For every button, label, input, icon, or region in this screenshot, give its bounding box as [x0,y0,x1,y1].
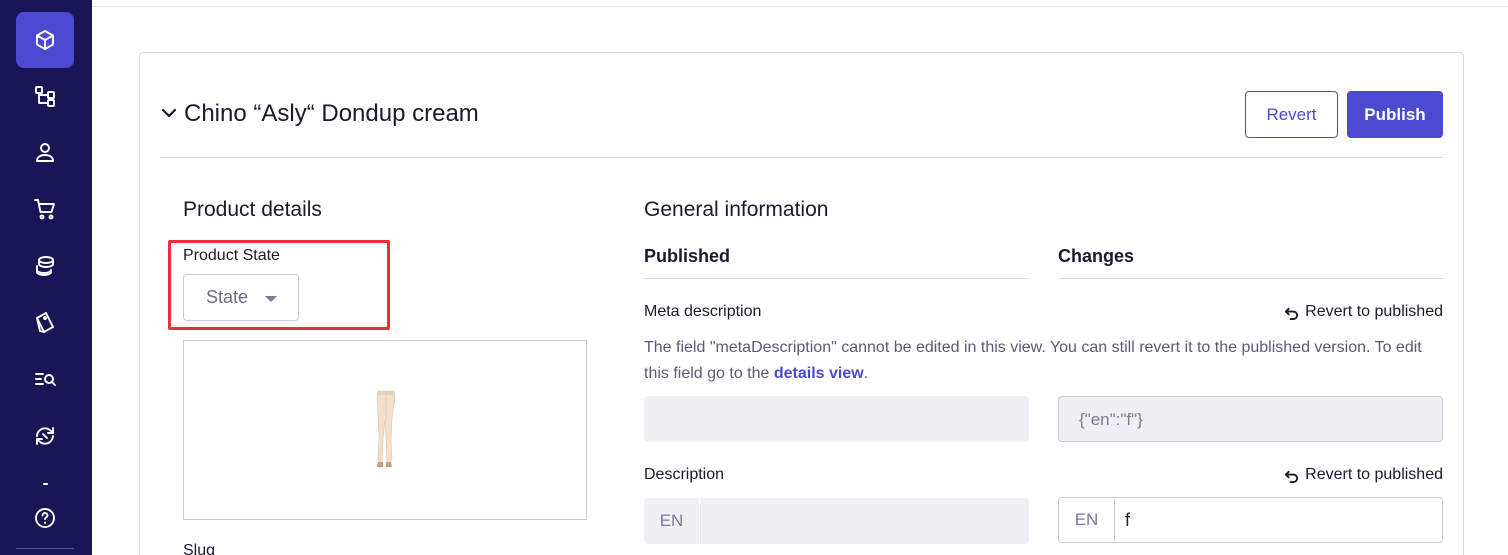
product-image [376,390,396,467]
help-icon [35,508,55,528]
meta-description-revert-link[interactable]: Revert to published [1284,303,1443,321]
tag-icon [36,312,54,333]
product-image-container[interactable] [183,340,587,520]
meta-description-label: Meta description [644,303,762,320]
collapse-toggle[interactable] [160,104,178,122]
sidebar [0,0,92,555]
published-column-divider [644,278,1029,279]
publish-button[interactable]: Publish [1347,91,1443,138]
changes-column-heading: Changes [1058,246,1135,266]
undo-icon [1285,307,1299,320]
sidebar-item-help[interactable] [16,490,74,546]
changes-column-divider [1058,278,1443,279]
user-icon [36,143,54,162]
description-label: Description [644,466,725,483]
description-revert-link[interactable]: Revert to published [1284,466,1443,484]
meta-description-info-suffix: . [863,365,869,382]
general-information-heading: General information [644,198,829,221]
sidebar-item-discounts[interactable] [16,294,74,350]
sidebar-item-orders[interactable] [16,181,74,237]
hierarchy-icon [35,86,55,107]
sidebar-divider [16,548,74,549]
description-changes-lang: EN [1059,498,1115,542]
meta-description-changes-value: {"en":"f"} [1079,410,1143,429]
description-published-lang: EN [644,498,700,544]
product-state-label: Product State [183,247,280,264]
slug-label: Slug [183,542,216,555]
description-revert-label: Revert to published [1305,466,1443,483]
sidebar-item-prices[interactable] [16,238,74,294]
meta-description-revert-label: Revert to published [1305,303,1443,320]
details-view-link[interactable]: details view [774,365,864,382]
sidebar-scroll-indicator [43,483,48,485]
sidebar-item-categories[interactable] [16,68,74,124]
coins-icon [36,256,54,276]
published-column-heading: Published [644,246,731,266]
meta-description-info: The field "metaDescription" cannot be ed… [644,335,1444,387]
box-icon [36,30,54,50]
topbar-divider [92,6,1508,7]
meta-description-info-text: The field "metaDescription" cannot be ed… [644,339,1422,382]
sidebar-item-sync[interactable] [16,408,74,464]
cart-icon [34,199,55,220]
meta-description-published-field [644,396,1029,442]
caret-down-icon [265,296,277,302]
search-list-icon [35,373,56,386]
revert-button[interactable]: Revert [1245,91,1338,138]
meta-description-changes-field: {"en":"f"} [1058,396,1443,442]
undo-icon [1285,470,1299,483]
product-state-value: State [206,287,249,307]
header-divider [160,157,1443,158]
product-details-heading: Product details [183,198,322,221]
description-published-field: EN [644,498,1029,544]
product-state-select[interactable]: State [183,274,299,321]
description-changes-field[interactable]: EN f [1058,497,1443,543]
sync-icon [36,427,54,445]
description-changes-input[interactable]: f [1115,498,1442,542]
sidebar-item-products[interactable] [16,12,74,68]
product-title: Chino “Asly“ Dondup cream [184,100,479,127]
description-published-value [700,498,1029,544]
chevron-down-icon [161,108,177,118]
sidebar-item-search[interactable] [16,351,74,407]
sidebar-item-customers[interactable] [16,124,74,180]
